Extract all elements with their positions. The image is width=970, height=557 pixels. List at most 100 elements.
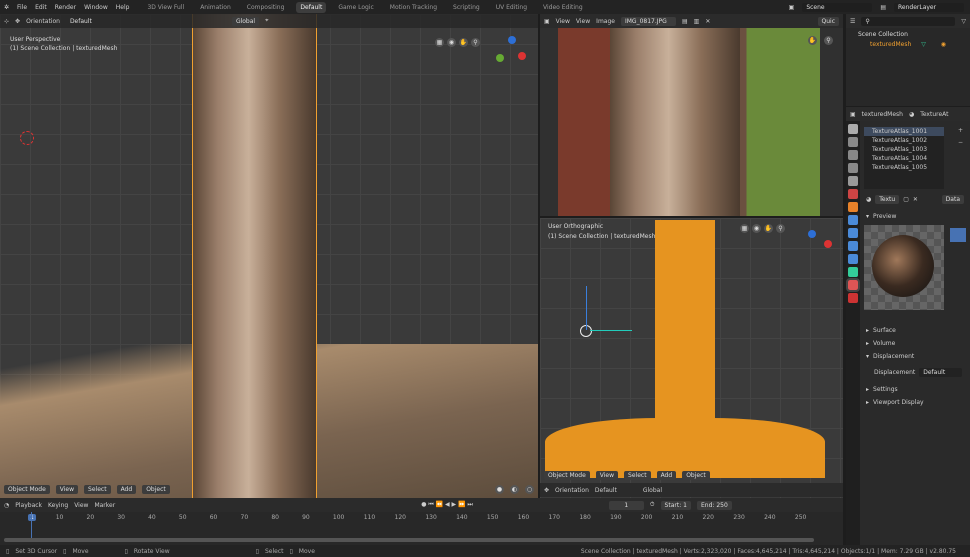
viewport-left[interactable]: ⊹ ✥ Orientation Default Global ⌖ User Pe… xyxy=(0,14,538,498)
editor-type-icon[interactable]: ◔ xyxy=(4,502,9,509)
slot-item[interactable]: TextureAtlas_1002 xyxy=(864,136,944,145)
tab-motion-tracking[interactable]: Motion Tracking xyxy=(386,2,441,13)
viewport-right[interactable]: User Orthographic (1) Scene Collection |… xyxy=(540,218,843,498)
world-tab-icon[interactable] xyxy=(848,189,858,199)
menu-edit[interactable]: Edit xyxy=(35,4,47,11)
hand-pan-icon[interactable]: ✋ xyxy=(764,224,773,233)
tab-3d-view-full[interactable]: 3D View Full xyxy=(143,2,188,13)
slot-item[interactable]: TextureAtlas_1003 xyxy=(864,145,944,154)
view-mode-dropdown[interactable]: View xyxy=(556,18,570,25)
preview-panel-header[interactable]: ▾Preview xyxy=(860,210,902,223)
editor-type-icon[interactable]: ▣ xyxy=(544,18,550,25)
displacement-dropdown[interactable]: Default xyxy=(919,368,962,377)
physics-tab-icon[interactable] xyxy=(848,241,858,251)
tab-uv-editing[interactable]: UV Editing xyxy=(492,2,531,13)
texture-tab-icon[interactable] xyxy=(848,293,858,303)
render-tab-icon[interactable] xyxy=(848,137,858,147)
slot-item[interactable]: TextureAtlas_1004 xyxy=(864,154,944,163)
menu-help[interactable]: Help xyxy=(116,4,130,11)
shading-material-icon[interactable]: ◐ xyxy=(510,485,519,494)
tab-default[interactable]: Default xyxy=(296,2,326,13)
current-frame-field[interactable]: 1 xyxy=(609,501,644,510)
menu-image[interactable]: Image xyxy=(596,18,615,25)
scene-collection-item[interactable]: Scene Collection xyxy=(846,28,970,41)
orientation-dropdown[interactable]: Default xyxy=(66,17,116,26)
timeline-scrollbar[interactable] xyxy=(4,538,814,542)
material-browse-icon[interactable]: ◕ xyxy=(866,196,871,203)
axis-x-gizmo[interactable] xyxy=(518,52,526,60)
menu-window[interactable]: Window xyxy=(84,4,108,11)
modifier-tab-icon[interactable] xyxy=(848,215,858,225)
slot-item[interactable]: TextureAtlas_1001 xyxy=(864,127,944,136)
output-tab-icon[interactable] xyxy=(848,150,858,160)
visibility-eye-icon[interactable]: ◉ xyxy=(941,41,946,48)
data-tab-icon[interactable] xyxy=(848,267,858,277)
open-image-icon[interactable]: ▥ xyxy=(694,18,700,25)
outliner-item-texturedmesh[interactable]: texturedMesh ▽ ◉ xyxy=(846,41,970,48)
material-tab-icon[interactable] xyxy=(848,280,858,290)
tab-compositing[interactable]: Compositing xyxy=(243,2,289,13)
axis-x-gizmo[interactable] xyxy=(824,240,832,248)
particles-tab-icon[interactable] xyxy=(848,228,858,238)
start-frame-field[interactable]: Start: 1 xyxy=(661,501,691,510)
tab-scripting[interactable]: Scripting xyxy=(449,2,484,13)
constraints-tab-icon[interactable] xyxy=(848,254,858,264)
axis-y-gizmo[interactable] xyxy=(496,54,504,62)
menu-view[interactable]: View xyxy=(74,502,88,509)
axis-z-gizmo[interactable] xyxy=(808,230,816,238)
material-name-field[interactable]: Textu xyxy=(875,195,899,204)
shading-rendered-icon[interactable]: ○ xyxy=(525,485,534,494)
zoom-icon[interactable]: ⚲ xyxy=(824,36,833,45)
menu-add[interactable]: Add xyxy=(657,471,677,480)
hand-pan-icon[interactable]: ✋ xyxy=(808,36,817,45)
close-icon[interactable]: ✕ xyxy=(705,18,710,25)
menu-view[interactable]: View xyxy=(56,485,78,494)
image-name-field[interactable]: IMG_0817.JPG xyxy=(621,17,676,26)
blender-logo-icon[interactable]: ✲ xyxy=(4,4,9,11)
transform-global-dropdown[interactable]: Global xyxy=(643,487,662,494)
snap-icon[interactable]: ⌖ xyxy=(265,17,268,25)
transform-pivot-icon[interactable]: ⊹ xyxy=(4,18,9,25)
shading-solid-icon[interactable]: ● xyxy=(495,485,504,494)
search-input[interactable]: ⚲ xyxy=(861,17,955,26)
end-frame-field[interactable]: End: 250 xyxy=(697,501,732,510)
camera-icon[interactable]: ◉ xyxy=(447,38,456,47)
menu-keying[interactable]: Keying xyxy=(48,502,68,509)
fake-user-icon[interactable]: ▢ xyxy=(903,196,909,203)
menu-object[interactable]: Object xyxy=(682,471,710,480)
scene-tab-icon[interactable] xyxy=(848,176,858,186)
menu-file[interactable]: File xyxy=(17,4,27,11)
move-icon[interactable]: ✥ xyxy=(15,18,20,25)
unlink-icon[interactable]: ✕ xyxy=(913,196,918,203)
viewport-display-panel-header[interactable]: ▸Viewport Display xyxy=(860,396,930,409)
menu-playback[interactable]: Playback xyxy=(15,502,42,509)
hand-pan-icon[interactable]: ✋ xyxy=(459,38,468,47)
menu-marker[interactable]: Marker xyxy=(94,502,115,509)
move-icon[interactable]: ✥ xyxy=(544,487,549,494)
camera-icon[interactable]: ◉ xyxy=(752,224,761,233)
menu-select[interactable]: Select xyxy=(624,471,651,480)
volume-panel-header[interactable]: ▸Volume xyxy=(860,337,901,350)
mode-dropdown[interactable]: Object Mode xyxy=(4,485,50,494)
preview-sphere-button[interactable] xyxy=(950,228,966,242)
object-tab-icon[interactable] xyxy=(848,202,858,212)
add-slot-button[interactable]: + xyxy=(958,127,963,134)
menu-add[interactable]: Add xyxy=(117,485,137,494)
surface-panel-header[interactable]: ▸Surface xyxy=(860,324,902,337)
tab-animation[interactable]: Animation xyxy=(196,2,235,13)
menu-render[interactable]: Render xyxy=(55,4,76,11)
grid-view-icon[interactable]: ▦ xyxy=(740,224,749,233)
link-data-dropdown[interactable]: Data xyxy=(942,195,964,204)
zoom-icon[interactable]: ⚲ xyxy=(776,224,785,233)
tab-video-editing[interactable]: Video Editing xyxy=(539,2,587,13)
new-image-icon[interactable]: ▤ xyxy=(682,18,688,25)
grid-view-icon[interactable]: ▦ xyxy=(435,38,444,47)
filter-icon[interactable]: ▽ xyxy=(961,18,966,25)
quick-button[interactable]: Quic xyxy=(818,17,840,26)
remove-slot-button[interactable]: − xyxy=(958,139,963,146)
axis-z-gizmo[interactable] xyxy=(508,36,516,44)
timeline[interactable]: ◔ Playback Keying View Marker ● ⏮ ⏪ ◀ ▶ … xyxy=(0,498,843,545)
scene-selector[interactable]: Scene xyxy=(802,3,872,12)
orientation-dropdown[interactable]: Default xyxy=(595,487,617,494)
zoom-icon[interactable]: ⚲ xyxy=(471,38,480,47)
